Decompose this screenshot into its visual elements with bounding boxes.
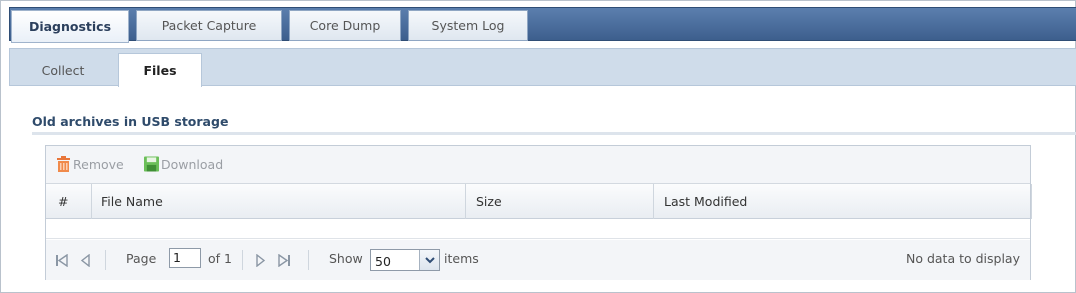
tab-core-dump[interactable]: Core Dump <box>289 10 401 41</box>
pager-separator <box>242 250 243 270</box>
pager-status: No data to display <box>905 251 1020 266</box>
previous-page-icon[interactable] <box>79 254 93 267</box>
page-count-label: of 1 <box>208 251 232 266</box>
pager-separator <box>105 250 106 270</box>
remove-button-label: Remove <box>73 156 124 172</box>
floppy-disk-icon <box>144 156 159 172</box>
table-body <box>46 219 1030 239</box>
last-page-icon[interactable] <box>277 254 291 267</box>
subtab-collect[interactable]: Collect <box>24 53 102 87</box>
column-separator <box>1031 184 1032 219</box>
page-number-input[interactable]: 1 <box>169 248 201 268</box>
column-separator <box>91 184 92 219</box>
archives-table-panel: Remove Download # File Name Size Last Mo… <box>45 145 1032 280</box>
page-size-select[interactable]: 50 <box>370 249 440 271</box>
column-header-last-modified[interactable]: Last Modified <box>664 184 747 219</box>
section-divider <box>32 132 1076 135</box>
table-toolbar: Remove Download <box>46 146 1030 184</box>
show-label: Show <box>329 251 363 266</box>
trash-icon <box>57 156 70 172</box>
main-tab-bar: Diagnostics Packet Capture Core Dump Sys… <box>9 7 1076 43</box>
remove-button[interactable]: Remove <box>56 156 124 172</box>
subtab-files[interactable]: Files <box>118 53 202 87</box>
tab-packet-capture[interactable]: Packet Capture <box>136 10 282 41</box>
pager-separator <box>308 250 309 270</box>
items-label: items <box>444 251 479 266</box>
table-header: # File Name Size Last Modified <box>46 184 1032 219</box>
page-size-value: 50 <box>375 254 391 269</box>
tab-system-log[interactable]: System Log <box>408 10 528 41</box>
section-title: Old archives in USB storage <box>32 114 229 129</box>
first-page-icon[interactable] <box>55 254 69 267</box>
column-header-size[interactable]: Size <box>476 184 502 219</box>
download-button[interactable]: Download <box>144 156 223 172</box>
pagination-bar: Page 1 of 1 Show 50 items No data to dis… <box>46 240 1030 280</box>
tab-diagnostics[interactable]: Diagnostics <box>11 10 129 43</box>
download-button-label: Download <box>161 156 224 172</box>
page-label: Page <box>126 251 157 266</box>
next-page-icon[interactable] <box>253 254 267 267</box>
diagnostics-window: Diagnostics Packet Capture Core Dump Sys… <box>0 0 1076 293</box>
chevron-down-icon[interactable] <box>419 250 439 270</box>
sub-tab-bar: Collect Files <box>9 48 1076 87</box>
column-header-number[interactable]: # <box>58 184 68 219</box>
column-separator <box>653 184 654 219</box>
column-separator <box>465 184 466 219</box>
column-header-file-name[interactable]: File Name <box>101 184 163 219</box>
